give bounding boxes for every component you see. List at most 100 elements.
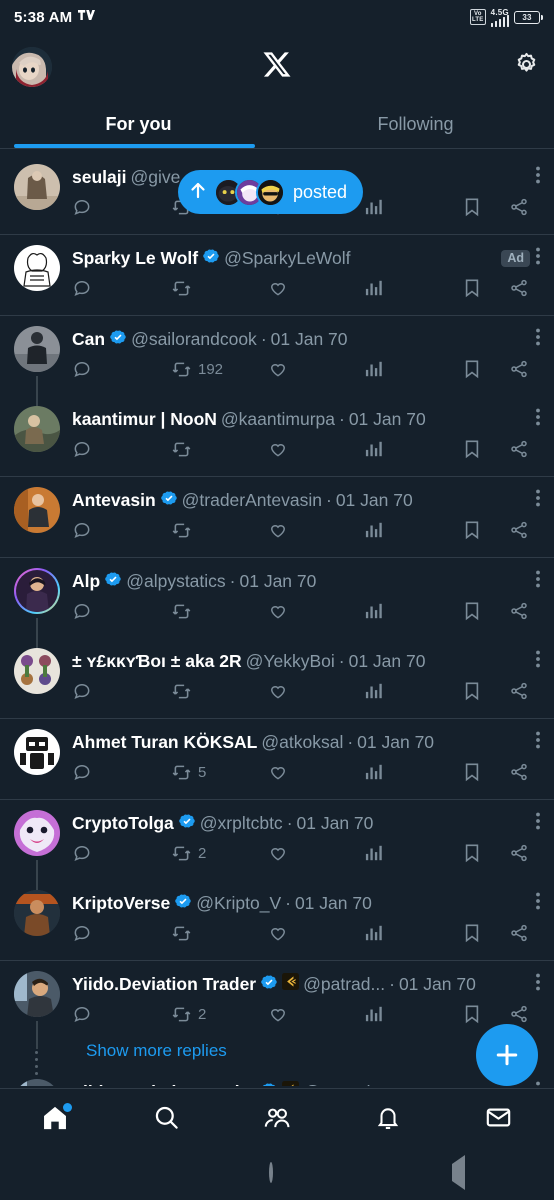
reply-button[interactable] [72,596,92,626]
display-name[interactable]: Alp [72,571,100,592]
more-options-icon[interactable] [528,166,540,189]
like-button[interactable] [268,918,288,948]
handle[interactable]: @traderAntevasin [182,490,322,511]
like-button[interactable] [268,273,288,303]
avatar[interactable] [14,971,60,1017]
tweet-row[interactable]: Can @sailorandcook · 01 Jan 70 192 [0,315,554,410]
more-options-icon[interactable] [528,328,540,351]
display-name[interactable]: Ahmet Turan KÖKSAL [72,732,257,753]
display-name[interactable]: KriptoVerse [72,893,170,914]
reply-button[interactable] [72,273,92,303]
reply-button[interactable] [72,838,92,868]
more-options-icon[interactable] [528,1081,540,1087]
show-more-replies-link[interactable]: Show more replies [14,1033,540,1069]
views-button[interactable] [365,515,383,545]
handle[interactable]: @Kripto_V [196,893,281,914]
feed-viewport[interactable]: seulaji @give Sparky Le Wolf @SparkyLeWo… [0,154,554,1086]
views-button[interactable] [365,596,383,626]
display-name[interactable]: Yiido.Deviation Trader [72,974,256,995]
more-options-icon[interactable] [528,650,540,673]
tweet-row[interactable]: Ahmet Turan KÖKSAL @atkoksal · 01 Jan 70 [0,718,554,799]
display-name[interactable]: seulaji [72,167,126,188]
handle[interactable]: @patrad... [303,1082,385,1087]
avatar[interactable] [14,729,60,775]
android-home-button[interactable] [268,1162,273,1183]
tweet-row[interactable]: ± ʏ£ᴋᴋʏƁoı ± aka 2R @YekkyBoi · 01 Jan 7… [0,638,554,718]
like-button[interactable] [268,434,288,464]
retweet-button[interactable] [171,434,192,464]
like-button[interactable] [268,596,288,626]
views-button[interactable] [365,918,383,948]
retweet-button[interactable]: 2 [171,999,206,1029]
more-options-icon[interactable] [528,570,540,593]
views-button[interactable] [365,999,383,1029]
retweet-button[interactable]: 192 [171,354,223,384]
share-button[interactable] [509,676,529,706]
reply-button[interactable] [72,918,92,948]
like-button[interactable] [268,999,288,1029]
views-button[interactable] [365,676,383,706]
tweet-row[interactable]: CryptoTolga @xrpltcbtc · 01 Jan 70 2 [0,799,554,894]
handle[interactable]: @kaantimurpa [221,409,335,430]
tweet-row[interactable]: Yiido.Deviation Trader @patrad... · 01 J… [0,960,554,1075]
more-options-icon[interactable] [528,408,540,431]
views-button[interactable] [365,354,383,384]
more-options-icon[interactable] [536,247,540,270]
bookmark-button[interactable] [463,676,481,706]
compose-button[interactable] [476,1024,538,1086]
tweet-row[interactable]: kaantimur | NooN @kaantimurpa · 01 Jan 7… [0,396,554,476]
reply-button[interactable] [72,676,92,706]
reply-button[interactable] [72,515,92,545]
handle[interactable]: @atkoksal [261,732,343,753]
tweet-row[interactable]: Alp @alpystatics · 01 Jan 70 [0,557,554,652]
share-button[interactable] [509,838,529,868]
share-button[interactable] [509,434,529,464]
new-posts-pill[interactable]: posted [178,170,364,214]
nav-item-home[interactable] [25,1096,85,1140]
avatar[interactable] [14,406,60,452]
retweet-button[interactable] [171,918,192,948]
handle[interactable]: @patrad... [303,974,385,995]
display-name[interactable]: CryptoTolga [72,813,174,834]
tweet-row[interactable]: Yiido.Deviation Trader @patrad... · 01 J… [0,1069,554,1086]
reply-button[interactable] [72,757,92,787]
retweet-button[interactable] [171,596,192,626]
like-button[interactable] [268,515,288,545]
bookmark-button[interactable] [463,596,481,626]
handle[interactable]: @give [130,167,180,188]
tab-for-you[interactable]: For you [0,100,277,148]
nav-item-notifications[interactable] [358,1096,418,1140]
avatar[interactable] [14,487,60,533]
display-name[interactable]: Can [72,329,105,350]
tab-following[interactable]: Following [277,100,554,148]
tweet-row[interactable]: Antevasin @traderAntevasin · 01 Jan 70 [0,476,554,557]
avatar[interactable] [14,810,60,856]
handle[interactable]: @SparkyLeWolf [224,248,350,269]
bookmark-button[interactable] [463,192,481,222]
bookmark-button[interactable] [463,838,481,868]
display-name[interactable]: ± ʏ£ᴋᴋʏƁoı ± aka 2R [72,651,242,672]
views-button[interactable] [365,434,383,464]
bookmark-button[interactable] [463,918,481,948]
like-button[interactable] [268,838,288,868]
display-name[interactable]: Yiido.Deviation Trader [72,1082,256,1087]
more-options-icon[interactable] [528,973,540,996]
more-options-icon[interactable] [528,489,540,512]
share-button[interactable] [509,515,529,545]
like-button[interactable] [268,757,288,787]
avatar[interactable] [14,164,60,210]
views-button[interactable] [365,273,383,303]
share-button[interactable] [509,273,529,303]
bookmark-button[interactable] [463,757,481,787]
retweet-button[interactable]: 5 [171,757,206,787]
avatar[interactable] [14,648,60,694]
avatar[interactable] [14,245,60,291]
more-options-icon[interactable] [528,892,540,915]
retweet-button[interactable]: 2 [171,838,206,868]
handle[interactable]: @sailorandcook [131,329,257,350]
avatar[interactable] [12,47,52,87]
like-button[interactable] [268,676,288,706]
reply-button[interactable] [72,192,92,222]
views-button[interactable] [365,838,383,868]
android-back-button[interactable] [451,1155,465,1190]
